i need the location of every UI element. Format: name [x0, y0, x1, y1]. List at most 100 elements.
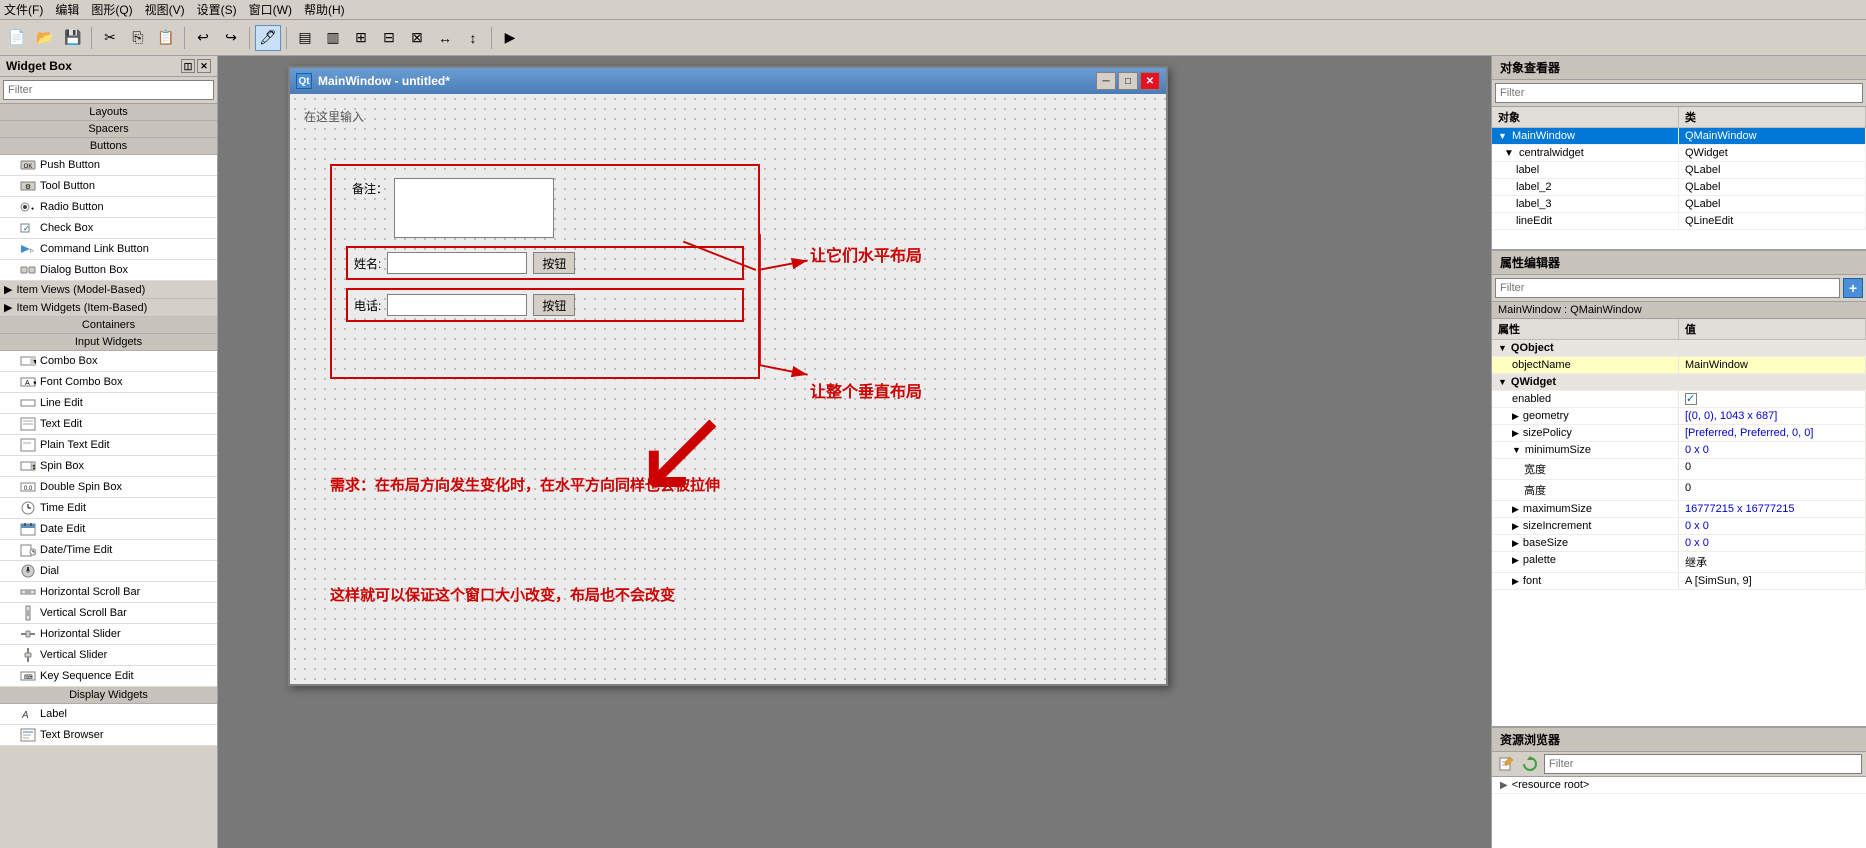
obj-row-mainwindow[interactable]: ▼ MainWindow QMainWindow: [1492, 128, 1866, 145]
prop-add-btn[interactable]: +: [1843, 278, 1863, 298]
note-input[interactable]: [394, 178, 554, 238]
widget-box-close-btn[interactable]: ✕: [197, 59, 211, 73]
wb-item-label[interactable]: A Label: [0, 704, 217, 725]
cut-button[interactable]: ✂: [97, 25, 123, 51]
obj-row-label3[interactable]: label_3 QLabel: [1492, 196, 1866, 213]
prop-group-qobject[interactable]: ▼QObject: [1492, 340, 1866, 357]
save-button[interactable]: 💾: [60, 25, 86, 51]
wb-item-text-edit[interactable]: Text Edit: [0, 414, 217, 435]
name-input[interactable]: [387, 252, 527, 274]
wb-item-font-combo-box[interactable]: A▼ Font Combo Box: [0, 372, 217, 393]
widget-box-float-btn[interactable]: ◫: [181, 59, 195, 73]
menu-window[interactable]: 窗口(W): [249, 1, 292, 18]
category-input-widgets[interactable]: Input Widgets: [0, 334, 217, 351]
prop-group-qwidget[interactable]: ▼QWidget: [1492, 374, 1866, 391]
category-layouts[interactable]: Layouts: [0, 104, 217, 121]
category-containers[interactable]: Containers: [0, 317, 217, 334]
layout-break-button[interactable]: ⊠: [404, 25, 430, 51]
prop-row-font[interactable]: ▶font A [SimSun, 9]: [1492, 573, 1866, 590]
wb-item-push-button[interactable]: OK Push Button: [0, 155, 217, 176]
wb-item-h-slider[interactable]: Horizontal Slider: [0, 624, 217, 645]
prop-row-maximumsize[interactable]: ▶maximumSize 16777215 x 16777215: [1492, 501, 1866, 518]
main-layout: Widget Box ◫ ✕ Layouts Spacers Buttons: [0, 56, 1866, 848]
enabled-checkbox[interactable]: [1685, 393, 1697, 405]
edit-widget-button[interactable]: 🖊: [255, 25, 281, 51]
wb-item-date-edit[interactable]: Date Edit: [0, 519, 217, 540]
layout-h-spacer-button[interactable]: ↔: [432, 25, 458, 51]
prop-row-width[interactable]: 宽度 0: [1492, 459, 1866, 480]
menu-edit[interactable]: 编辑: [55, 1, 79, 18]
obj-row-label[interactable]: label QLabel: [1492, 162, 1866, 179]
qt-minimize-btn[interactable]: ─: [1096, 72, 1116, 90]
paste-button[interactable]: 📋: [153, 25, 179, 51]
wb-item-radio-button[interactable]: ● Radio Button: [0, 197, 217, 218]
undo-button[interactable]: ↩: [190, 25, 216, 51]
wb-item-combo-box[interactable]: ▼ Combo Box: [0, 351, 217, 372]
wb-item-plain-text-edit[interactable]: Plain Text Edit: [0, 435, 217, 456]
wb-item-v-scroll-bar[interactable]: Vertical Scroll Bar: [0, 603, 217, 624]
wb-item-h-scroll-bar[interactable]: Horizontal Scroll Bar: [0, 582, 217, 603]
prop-row-minimumsize[interactable]: ▼minimumSize 0 x 0: [1492, 442, 1866, 459]
layout-h-button[interactable]: ▤: [292, 25, 318, 51]
new-button[interactable]: 📄: [4, 25, 30, 51]
phone-btn[interactable]: 按钮: [533, 294, 575, 316]
qt-window-body[interactable]: 在这里输入 备注： 姓名: 按钮 电话: [290, 94, 1166, 684]
resource-filter-input[interactable]: [1544, 754, 1862, 774]
qt-close-btn[interactable]: ✕: [1140, 72, 1160, 90]
object-inspector-filter-input[interactable]: [1495, 83, 1863, 103]
wb-item-dialog-btn-box[interactable]: Dialog Button Box: [0, 260, 217, 281]
wb-item-key-seq-edit[interactable]: ⌨ Key Sequence Edit: [0, 666, 217, 687]
wb-item-tool-button[interactable]: ⚙ Tool Button: [0, 176, 217, 197]
category-buttons[interactable]: Buttons: [0, 138, 217, 155]
copy-button[interactable]: ⎘: [125, 25, 151, 51]
obj-row-lineedit[interactable]: lineEdit QLineEdit: [1492, 213, 1866, 230]
wb-item-text-browser[interactable]: Text Browser: [0, 725, 217, 746]
resource-root-item[interactable]: ▶ <resource root>: [1492, 777, 1866, 794]
widget-box-filter-input[interactable]: [3, 80, 214, 100]
layout-v-spacer-button[interactable]: ↕: [460, 25, 486, 51]
resource-edit-btn[interactable]: [1496, 754, 1516, 774]
category-display-widgets[interactable]: Display Widgets: [0, 687, 217, 704]
sizepolicy-expand-arrow: ▶: [1512, 428, 1519, 439]
prop-row-height[interactable]: 高度 0: [1492, 480, 1866, 501]
wb-item-spin-box[interactable]: ▲▼ Spin Box: [0, 456, 217, 477]
wb-item-check-box[interactable]: ✓ Check Box: [0, 218, 217, 239]
open-button[interactable]: 📂: [32, 25, 58, 51]
prop-row-sizeincrement[interactable]: ▶sizeIncrement 0 x 0: [1492, 518, 1866, 535]
obj-row-centralwidget[interactable]: ▼ centralwidget QWidget: [1492, 145, 1866, 162]
preview-button[interactable]: ▶: [497, 25, 523, 51]
prop-row-sizepolicy[interactable]: ▶sizePolicy [Preferred, Preferred, 0, 0]: [1492, 425, 1866, 442]
category-item-views[interactable]: ▶ Item Views (Model-Based): [0, 281, 217, 299]
wb-item-line-edit[interactable]: Line Edit: [0, 393, 217, 414]
qwidget-expand-arrow: ▼: [1498, 377, 1507, 387]
prop-row-geometry[interactable]: ▶geometry [(0, 0), 1043 x 687]: [1492, 408, 1866, 425]
qt-maximize-btn[interactable]: □: [1118, 72, 1138, 90]
layout-grid-button[interactable]: ⊞: [348, 25, 374, 51]
redo-button[interactable]: ↪: [218, 25, 244, 51]
wb-item-dial[interactable]: Dial: [0, 561, 217, 582]
prop-row-basesize[interactable]: ▶baseSize 0 x 0: [1492, 535, 1866, 552]
resource-reload-btn[interactable]: [1520, 754, 1540, 774]
wb-item-v-slider[interactable]: Vertical Slider: [0, 645, 217, 666]
wb-item-datetime-edit[interactable]: Date/Time Edit: [0, 540, 217, 561]
menu-view[interactable]: 视图(V): [145, 1, 185, 18]
obj-row-label2[interactable]: label_2 QLabel: [1492, 179, 1866, 196]
prop-row-palette[interactable]: ▶palette 继承: [1492, 552, 1866, 573]
name-btn[interactable]: 按钮: [533, 252, 575, 274]
prop-filter-input[interactable]: [1495, 278, 1840, 298]
layout-form-button[interactable]: ⊟: [376, 25, 402, 51]
prop-row-enabled[interactable]: enabled: [1492, 391, 1866, 408]
layout-v-button[interactable]: ▥: [320, 25, 346, 51]
phone-input[interactable]: [387, 294, 527, 316]
category-spacers[interactable]: Spacers: [0, 121, 217, 138]
wb-radio-button-label: Radio Button: [40, 201, 104, 213]
wb-item-double-spin-box[interactable]: 0.0 Double Spin Box: [0, 477, 217, 498]
category-item-widgets[interactable]: ▶ Item Widgets (Item-Based): [0, 299, 217, 317]
wb-item-time-edit[interactable]: Time Edit: [0, 498, 217, 519]
menu-settings[interactable]: 设置(S): [197, 1, 237, 18]
menu-help[interactable]: 帮助(H): [304, 1, 345, 18]
menu-file[interactable]: 文件(F): [4, 1, 43, 18]
wb-item-command-link[interactable]: ▷ Command Link Button: [0, 239, 217, 260]
menu-graphics[interactable]: 图形(Q): [91, 1, 132, 18]
prop-row-objectname[interactable]: objectName MainWindow: [1492, 357, 1866, 374]
